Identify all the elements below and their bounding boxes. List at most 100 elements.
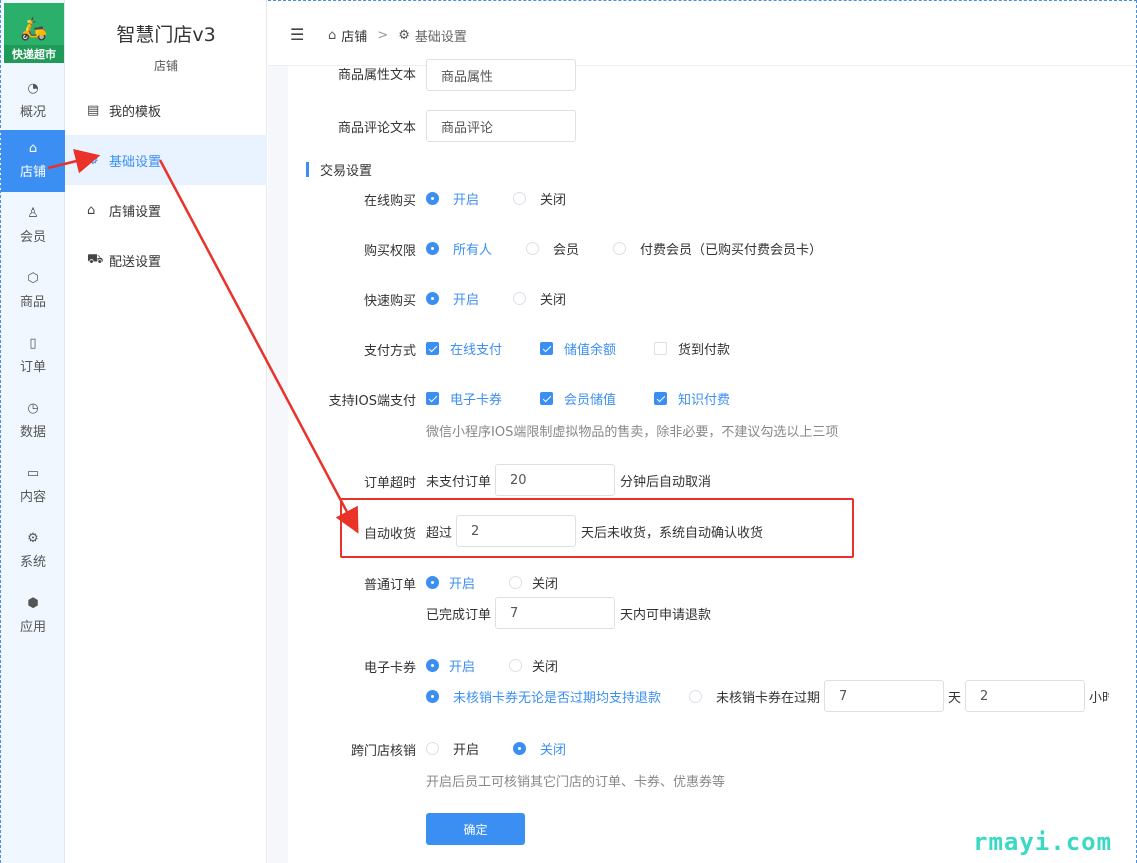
submenu-item-label: 配送设置 [109, 254, 162, 270]
normal-order-suffix: 天内可申请退款 [620, 607, 712, 623]
ios-pay-hint: 微信小程序IOS端限制虚拟物品的售卖，除非必要，不建议勾选以上三项 [426, 425, 839, 440]
ecard-hours-unit: 小时 [1089, 690, 1110, 706]
breadcrumb: ⌂ 店铺 > ⚙ 基础设置 [328, 26, 467, 45]
auto-receive-highlight-box [340, 498, 854, 558]
review-text-input[interactable]: 商品评论 [426, 110, 576, 142]
permission-member-radio[interactable]: 会员 [526, 239, 579, 258]
ecard-hours-input[interactable]: 2 [965, 680, 1086, 712]
gear-icon: ⚙ [27, 531, 39, 546]
watermark: rmayi.com [973, 828, 1113, 856]
submenu-item-label: 我的模板 [109, 104, 162, 120]
quick-buy-off-radio[interactable]: 关闭 [513, 289, 566, 308]
table-icon: ▤ [87, 102, 100, 118]
cross-store-label: 跨门店核销 [350, 744, 416, 759]
gear-icon: ⚙ [87, 152, 99, 168]
ios-pay-options: 电子卡券 会员储值 知识付费 [426, 382, 768, 414]
nav-order[interactable]: ▯ 订单 [1, 325, 65, 387]
nav-system-label: 系统 [19, 555, 46, 570]
brand-logo[interactable]: 🛵 快递超市 [4, 3, 64, 63]
nav-system[interactable]: ⚙ 系统 [1, 520, 65, 582]
main-nav-rail: 🛵 快递超市 ◔ 概况 ⌂ 店铺 ♙ 会员 ⬡ 商品 ▯ 订单 ◷ 数据 ▭ 内… [0, 0, 65, 863]
nav-overview-label: 概况 [19, 105, 46, 120]
ecard-refund-row: 未核销卡券无论是否过期均支持退款 未核销卡券在过期 7 天 2 小时 [426, 680, 1109, 712]
ios-member-balance-checkbox[interactable]: 会员储值 [540, 389, 616, 408]
normal-order-on-radio[interactable]: 开启 [426, 573, 475, 592]
dashboard-icon: ◔ [27, 81, 39, 96]
nav-data-label: 数据 [19, 425, 46, 440]
normal-order-off-radio[interactable]: 关闭 [509, 573, 558, 592]
permission-everyone-radio[interactable]: 所有人 [426, 239, 492, 258]
order-timeout-label: 订单超时 [363, 476, 416, 491]
breadcrumb-store[interactable]: 店铺 [341, 26, 367, 45]
online-buy-options: 开启 关闭 [426, 182, 600, 214]
pay-method-options: 在线支付 储值余额 货到付款 [426, 332, 768, 364]
attr-text-label: 商品属性文本 [337, 68, 416, 83]
trade-section-header: 交易设置 [306, 160, 372, 179]
ecard-off-radio[interactable]: 关闭 [509, 656, 558, 675]
pay-balance-checkbox[interactable]: 储值余额 [540, 339, 616, 358]
submenu-basic-settings[interactable]: ⚙ 基础设置 [65, 135, 267, 185]
user-icon: ♙ [27, 206, 39, 221]
store-icon: ⌂ [328, 28, 337, 43]
nav-product[interactable]: ⬡ 商品 [1, 260, 65, 322]
order-timeout-suffix: 分钟后自动取消 [620, 474, 712, 490]
nav-member[interactable]: ♙ 会员 [1, 195, 65, 257]
nav-data[interactable]: ◷ 数据 [1, 390, 65, 452]
menu-toggle-icon[interactable]: ☰ [290, 25, 304, 44]
normal-order-options: 开启 关闭 [426, 566, 592, 598]
trade-section-title: 交易设置 [320, 164, 373, 179]
breadcrumb-separator: > [377, 28, 389, 43]
quick-buy-options: 开启 关闭 [426, 282, 600, 314]
pay-cod-checkbox[interactable]: 货到付款 [654, 339, 730, 358]
quick-buy-on-radio[interactable]: 开启 [426, 289, 479, 308]
cross-store-off-radio[interactable]: 关闭 [513, 739, 566, 758]
ecard-days-input[interactable]: 7 [824, 680, 945, 712]
submenu-item-label: 基础设置 [109, 154, 162, 170]
permission-paid-member-radio[interactable]: 付费会员（已购买付费会员卡） [613, 239, 822, 258]
ios-ecard-checkbox[interactable]: 电子卡券 [426, 389, 502, 408]
online-buy-on-radio[interactable]: 开启 [426, 189, 479, 208]
buy-permission-label: 购买权限 [363, 244, 416, 259]
nav-apps-label: 应用 [19, 620, 46, 635]
order-timeout-row: 未支付订单 20 分钟后自动取消 [426, 464, 711, 496]
folder-icon: ▭ [26, 466, 40, 481]
nav-apps[interactable]: ⬢ 应用 [1, 585, 65, 647]
cross-store-on-radio[interactable]: 开启 [426, 739, 479, 758]
online-buy-off-radio[interactable]: 关闭 [513, 189, 566, 208]
ecard-on-radio[interactable]: 开启 [426, 656, 475, 675]
store-settings-icon: ⌂ [87, 202, 96, 218]
ecard-refund-always-radio[interactable]: 未核销卡券无论是否过期均支持退款 [426, 687, 661, 706]
normal-order-prefix: 已完成订单 [426, 607, 492, 623]
confirm-button[interactable]: 确定 [426, 813, 525, 845]
nav-content-label: 内容 [19, 490, 46, 505]
nav-member-label: 会员 [19, 230, 46, 245]
sub-menu: 智慧门店v3 店铺 ▤ 我的模板 ⚙ 基础设置 ⌂ 店铺设置 ⛟ 配送设置 [65, 0, 267, 863]
order-timeout-prefix: 未支付订单 [426, 474, 492, 490]
nav-store[interactable]: ⌂ 店铺 [1, 130, 65, 192]
truck-icon: ⛟ [87, 251, 104, 267]
gear-icon: ⚙ [398, 28, 410, 43]
store-icon: ⌂ [28, 141, 38, 156]
attr-text-input[interactable]: 商品属性 [426, 59, 576, 91]
order-timeout-input[interactable]: 20 [495, 464, 616, 496]
pie-chart-icon: ◷ [27, 401, 39, 416]
normal-order-refund-row: 已完成订单 7 天内可申请退款 [426, 597, 711, 629]
buy-permission-options: 所有人 会员 付费会员（已购买付费会员卡） [426, 232, 856, 264]
ecard-refund-expire-radio[interactable]: 未核销卡券在过期 [689, 687, 820, 706]
cross-store-hint: 开启后员工可核销其它门店的订单、卡券、优惠券等 [426, 775, 726, 790]
normal-order-days-input[interactable]: 7 [495, 597, 616, 629]
brand-logo-text: 快递超市 [4, 45, 64, 63]
ios-pay-label: 支持IOS端支付 [328, 394, 416, 409]
nav-content[interactable]: ▭ 内容 [1, 455, 65, 517]
nav-product-label: 商品 [19, 295, 46, 310]
nav-overview[interactable]: ◔ 概况 [1, 70, 65, 132]
submenu-delivery-settings[interactable]: ⛟ 配送设置 [65, 235, 267, 285]
submenu-store-settings[interactable]: ⌂ 店铺设置 [65, 185, 267, 235]
pay-online-checkbox[interactable]: 在线支付 [426, 339, 502, 358]
breadcrumb-basic-settings: 基础设置 [414, 30, 467, 45]
section-marker [306, 162, 309, 177]
top-bar: ☰ ⌂ 店铺 > ⚙ 基础设置 [268, 0, 1137, 66]
ios-knowledge-checkbox[interactable]: 知识付费 [654, 389, 730, 408]
submenu-my-templates[interactable]: ▤ 我的模板 [65, 85, 267, 135]
ecard-label: 电子卡券 [363, 661, 416, 676]
